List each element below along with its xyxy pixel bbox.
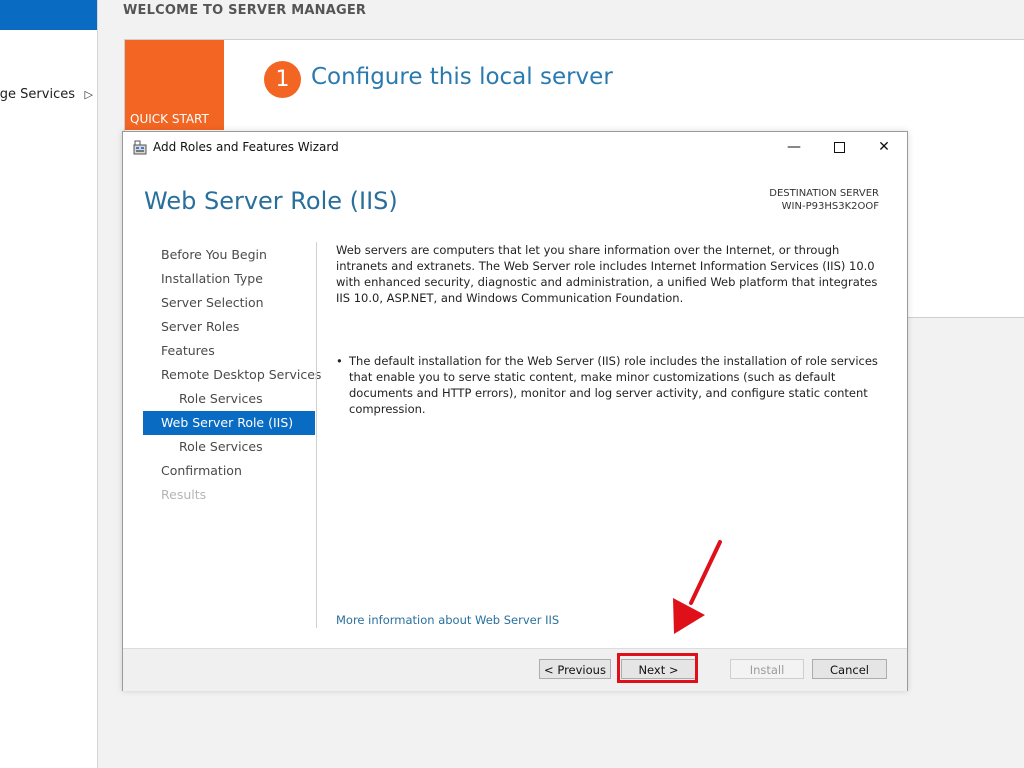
pointer-arrow-icon: [673, 540, 722, 634]
